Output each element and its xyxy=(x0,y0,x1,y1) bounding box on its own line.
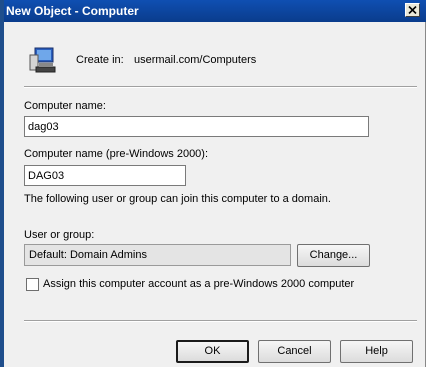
computer-name-label: Computer name: xyxy=(24,100,106,112)
computer-name-input[interactable] xyxy=(25,117,368,136)
pre2000-name-label: Computer name (pre-Windows 2000): xyxy=(24,148,209,160)
assign-checkbox-label: Assign this computer account as a pre-Wi… xyxy=(43,278,355,290)
close-button[interactable] xyxy=(405,3,420,17)
user-group-value: Default: Domain Admins xyxy=(29,249,147,261)
change-button[interactable]: Change... xyxy=(297,244,370,267)
assign-checkbox[interactable] xyxy=(26,278,39,291)
window-title: New Object - Computer xyxy=(6,4,139,18)
create-in-path: usermail.com/Computers xyxy=(134,54,257,66)
pre2000-name-input[interactable] xyxy=(25,166,185,185)
title-bar: New Object - Computer xyxy=(0,0,426,22)
computer-name-field-box xyxy=(24,116,369,137)
footer-separator xyxy=(24,320,417,322)
info-text: The following user or group can join thi… xyxy=(24,193,331,205)
computer-icon xyxy=(29,47,56,73)
create-in-label: Create in: xyxy=(76,54,124,66)
help-button[interactable]: Help xyxy=(340,340,413,363)
user-group-label: User or group: xyxy=(24,229,95,241)
pre2000-name-field-box xyxy=(24,165,186,186)
close-icon xyxy=(408,6,417,14)
ok-button[interactable]: OK xyxy=(176,340,249,363)
separator xyxy=(24,86,417,88)
dialog-body: Create in: usermail.com/Computers Comput… xyxy=(4,22,426,367)
user-group-field: Default: Domain Admins xyxy=(24,244,291,266)
cancel-button[interactable]: Cancel xyxy=(258,340,331,363)
